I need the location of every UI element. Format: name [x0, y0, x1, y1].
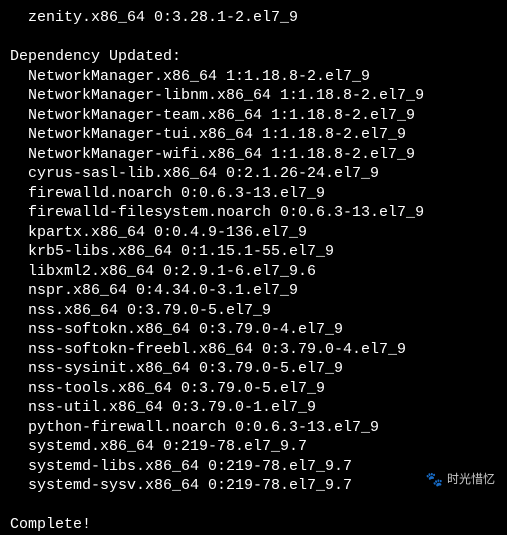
package-line: NetworkManager-team.x86_64 1:1.18.8-2.el…	[10, 106, 497, 126]
package-line: NetworkManager-tui.x86_64 1:1.18.8-2.el7…	[10, 125, 497, 145]
package-line: nss.x86_64 0:3.79.0-5.el7_9	[10, 301, 497, 321]
package-line: firewalld-filesystem.noarch 0:0.6.3-13.e…	[10, 203, 497, 223]
watermark-text: 时光惜忆	[447, 473, 495, 489]
section-header: Dependency Updated:	[10, 47, 497, 67]
package-line: cyrus-sasl-lib.x86_64 0:2.1.26-24.el7_9	[10, 164, 497, 184]
package-line: systemd-libs.x86_64 0:219-78.el7_9.7	[10, 457, 497, 477]
terminal-output-line: zenity.x86_64 0:3.28.1-2.el7_9	[10, 8, 497, 28]
package-line: python-firewall.noarch 0:0.6.3-13.el7_9	[10, 418, 497, 438]
package-line: nspr.x86_64 0:4.34.0-3.1.el7_9	[10, 281, 497, 301]
package-line: firewalld.noarch 0:0.6.3-13.el7_9	[10, 184, 497, 204]
package-line: NetworkManager-wifi.x86_64 1:1.18.8-2.el…	[10, 145, 497, 165]
package-line: kpartx.x86_64 0:0.4.9-136.el7_9	[10, 223, 497, 243]
blank-line	[10, 496, 497, 516]
watermark: 🐾 时光惜忆	[426, 472, 495, 490]
package-line: NetworkManager.x86_64 1:1.18.8-2.el7_9	[10, 67, 497, 87]
blank-line	[10, 28, 497, 48]
package-list: NetworkManager.x86_64 1:1.18.8-2.el7_9Ne…	[10, 67, 497, 496]
package-line: nss-tools.x86_64 0:3.79.0-5.el7_9	[10, 379, 497, 399]
package-line: nss-sysinit.x86_64 0:3.79.0-5.el7_9	[10, 359, 497, 379]
package-line: systemd.x86_64 0:219-78.el7_9.7	[10, 437, 497, 457]
package-line: libxml2.x86_64 0:2.9.1-6.el7_9.6	[10, 262, 497, 282]
paw-icon: 🐾	[426, 472, 443, 490]
package-line: krb5-libs.x86_64 0:1.15.1-55.el7_9	[10, 242, 497, 262]
package-line: NetworkManager-libnm.x86_64 1:1.18.8-2.e…	[10, 86, 497, 106]
package-line: nss-softokn-freebl.x86_64 0:3.79.0-4.el7…	[10, 340, 497, 360]
package-line: nss-util.x86_64 0:3.79.0-1.el7_9	[10, 398, 497, 418]
package-line: nss-softokn.x86_64 0:3.79.0-4.el7_9	[10, 320, 497, 340]
package-line: systemd-sysv.x86_64 0:219-78.el7_9.7	[10, 476, 497, 496]
complete-line: Complete!	[10, 515, 497, 535]
